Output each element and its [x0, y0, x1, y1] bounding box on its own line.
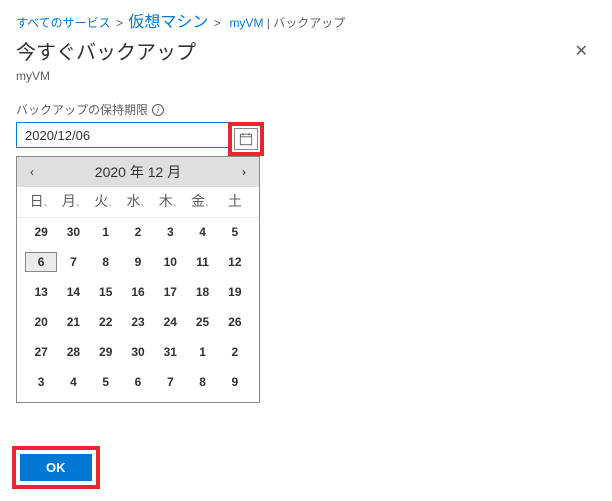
calendar-day[interactable]: 1 [186, 342, 218, 362]
calendar-day[interactable]: 3 [25, 372, 57, 392]
calendar-day[interactable]: 11 [186, 252, 218, 272]
calendar-day[interactable]: 26 [219, 312, 251, 332]
calendar-dow: 木、 [154, 191, 186, 211]
calendar-grid: 2930123456789101112131415161718192021222… [17, 218, 259, 402]
close-button[interactable]: ✕ [567, 37, 596, 65]
calendar-day[interactable]: 24 [154, 312, 186, 332]
calendar-dow-row: 日、月、火、水、木、金、土 [17, 187, 259, 218]
calendar-day[interactable]: 30 [122, 342, 154, 362]
calendar-dow: 火、 [90, 191, 122, 211]
calendar-day[interactable]: 25 [186, 312, 218, 332]
calendar-day[interactable]: 6 [122, 372, 154, 392]
vm-subtitle: myVM [0, 69, 612, 101]
breadcrumb-all-services[interactable]: すべてのサービス [16, 16, 111, 30]
calendar-day[interactable]: 29 [90, 342, 122, 362]
calendar-day[interactable]: 31 [154, 342, 186, 362]
calendar-day[interactable]: 13 [25, 282, 57, 302]
page-title: 今すぐバックアップ [16, 36, 196, 65]
calendar-day[interactable]: 28 [57, 342, 89, 362]
breadcrumb-vm-list[interactable]: 仮想マシン [128, 14, 208, 31]
calendar-day[interactable]: 2 [219, 342, 251, 362]
calendar-month-title[interactable]: 2020 年 12 月 [95, 162, 181, 182]
calendar-day[interactable]: 16 [122, 282, 154, 302]
breadcrumb-vm-name[interactable]: myVM [229, 16, 263, 30]
calendar-day[interactable]: 21 [57, 312, 89, 332]
calendar-dow: 土 [219, 191, 251, 211]
calendar-day[interactable]: 18 [186, 282, 218, 302]
calendar-day[interactable]: 15 [90, 282, 122, 302]
calendar-icon [239, 132, 253, 146]
calendar-popup: ‹ 2020 年 12 月 › 日、月、火、水、木、金、土 2930123456… [16, 156, 260, 403]
calendar-day[interactable]: 5 [219, 222, 251, 242]
calendar-button-highlight [228, 122, 264, 156]
calendar-day[interactable]: 20 [25, 312, 57, 332]
calendar-day[interactable]: 22 [90, 312, 122, 332]
calendar-dow: 日、 [25, 191, 57, 211]
info-icon[interactable]: i [152, 104, 164, 116]
ok-button-highlight: OK [12, 446, 100, 489]
calendar-day[interactable]: 5 [90, 372, 122, 392]
calendar-day[interactable]: 8 [90, 252, 122, 272]
calendar-day[interactable]: 6 [25, 252, 57, 272]
breadcrumb-sep: > [116, 16, 123, 30]
calendar-next-month[interactable]: › [229, 165, 259, 179]
calendar-day[interactable]: 8 [186, 372, 218, 392]
calendar-day[interactable]: 23 [122, 312, 154, 332]
calendar-prev-month[interactable]: ‹ [17, 165, 47, 179]
calendar-dow: 水、 [122, 191, 154, 211]
ok-button[interactable]: OK [20, 454, 92, 481]
calendar-button[interactable] [234, 128, 258, 150]
calendar-day[interactable]: 19 [219, 282, 251, 302]
calendar-day[interactable]: 12 [219, 252, 251, 272]
calendar-day[interactable]: 7 [154, 372, 186, 392]
calendar-day[interactable]: 7 [57, 252, 89, 272]
calendar-day[interactable]: 2 [122, 222, 154, 242]
calendar-day[interactable]: 9 [219, 372, 251, 392]
calendar-day[interactable]: 29 [25, 222, 57, 242]
calendar-day[interactable]: 1 [90, 222, 122, 242]
calendar-day[interactable]: 14 [57, 282, 89, 302]
retain-date-input[interactable] [16, 122, 229, 148]
calendar-day[interactable]: 4 [186, 222, 218, 242]
calendar-day[interactable]: 3 [154, 222, 186, 242]
calendar-day[interactable]: 27 [25, 342, 57, 362]
calendar-day[interactable]: 17 [154, 282, 186, 302]
calendar-day[interactable]: 10 [154, 252, 186, 272]
breadcrumb-sep: > [214, 16, 221, 30]
calendar-day[interactable]: 30 [57, 222, 89, 242]
calendar-dow: 金、 [186, 191, 218, 211]
calendar-day[interactable]: 4 [57, 372, 89, 392]
breadcrumb-page: バックアップ [273, 16, 345, 30]
breadcrumb: すべてのサービス > 仮想マシン > myVM | バックアップ [0, 0, 612, 34]
calendar-day[interactable]: 9 [122, 252, 154, 272]
calendar-dow: 月、 [57, 191, 89, 211]
retain-until-label: バックアップの保持期限 i [0, 101, 612, 122]
retain-label-text: バックアップの保持期限 [16, 101, 148, 118]
